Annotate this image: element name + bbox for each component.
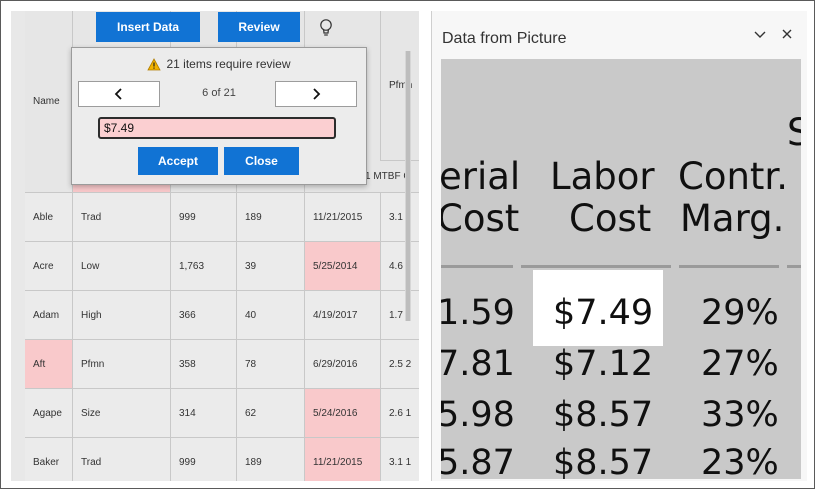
mtbf-cell[interactable]: 1.7 2 — [381, 291, 419, 340]
date-cell[interactable]: 6/29/2016 — [305, 340, 381, 389]
segment-cell[interactable]: Trad — [73, 438, 171, 481]
name-cell[interactable]: Adam — [25, 291, 73, 340]
value-cell[interactable]: 62 — [237, 389, 305, 438]
picture-rule — [787, 265, 801, 268]
warning-icon — [147, 58, 162, 71]
segment-cell[interactable]: High — [73, 291, 171, 340]
value-cell[interactable]: 189 — [237, 438, 305, 481]
picture-cell: $8.57 — [553, 395, 654, 435]
review-button[interactable]: Review — [218, 12, 300, 42]
lightbulb-icon[interactable] — [318, 18, 334, 40]
picture-header-line2: Cost — [441, 197, 520, 240]
name-column-header[interactable]: Name — [25, 11, 73, 193]
picture-cell: 33% — [701, 395, 779, 435]
picture-cell: 27% — [701, 344, 779, 384]
value-cell[interactable]: 999 — [171, 438, 237, 481]
picture-cell: 7.81 — [441, 344, 515, 384]
name-header-label: Name — [33, 96, 60, 107]
close-popup-button[interactable]: Close — [224, 147, 299, 175]
picture-header-line1: Labor — [550, 155, 655, 198]
value-cell[interactable]: 189 — [237, 193, 305, 242]
value-cell[interactable]: 1,763 — [171, 242, 237, 291]
picture-cell: 1.59 — [441, 293, 515, 333]
mtbf-cell[interactable]: 2.6 1 — [381, 389, 419, 438]
review-message-row: 21 items require review — [72, 57, 366, 71]
source-picture: erial Cost Labor Cost Contr. Marg. S 1.5… — [441, 59, 801, 479]
mtbf-cell[interactable]: 2.5 2 — [381, 340, 419, 389]
value-cell[interactable]: 314 — [171, 389, 237, 438]
picture-rule — [521, 265, 671, 268]
picture-cell: $7.12 — [553, 344, 654, 384]
picture-cell-highlighted: $7.49 — [553, 293, 654, 333]
chevron-left-icon — [114, 88, 122, 100]
picture-cell: 5.87 — [441, 443, 515, 479]
segment-cell[interactable]: Trad — [73, 193, 171, 242]
picture-corner-letter: S — [787, 111, 801, 154]
accept-button[interactable]: Accept — [138, 147, 218, 175]
mtbf-header-label: 1 MTBF C — [365, 171, 411, 182]
review-message: 21 items require review — [166, 57, 291, 71]
review-value-input[interactable] — [98, 117, 336, 139]
name-cell[interactable]: Baker — [25, 438, 73, 481]
scrollbar-thumb[interactable] — [406, 51, 410, 321]
name-cell[interactable]: Agape — [25, 389, 73, 438]
spreadsheet-panel: Name Pfmn 1 MTBF C Able Trad 999 189 11/… — [11, 11, 419, 481]
value-cell[interactable]: 999 — [171, 193, 237, 242]
flagged-date-cell[interactable]: 5/25/2014 — [305, 242, 381, 291]
date-cell[interactable]: 11/21/2015 — [305, 193, 381, 242]
picture-cell: $8.57 — [553, 443, 654, 479]
mtbf-cell[interactable]: 3.1 1 — [381, 193, 419, 242]
segment-cell[interactable]: Size — [73, 389, 171, 438]
flagged-date-cell[interactable]: 5/24/2016 — [305, 389, 381, 438]
value-cell[interactable]: 40 — [237, 291, 305, 340]
picture-header-line1: erial — [441, 155, 521, 198]
picture-cell: 29% — [701, 293, 779, 333]
pane-controls — [753, 27, 793, 41]
name-cell[interactable]: Acre — [25, 242, 73, 291]
picture-cell: 23% — [701, 443, 779, 479]
name-cell[interactable]: Able — [25, 193, 73, 242]
picture-header-line2: Cost — [569, 197, 652, 240]
picture-header-line2: Marg. — [680, 197, 785, 240]
pfmn-column-header[interactable]: Pfmn — [381, 11, 419, 161]
value-cell[interactable]: 358 — [171, 340, 237, 389]
value-cell[interactable]: 39 — [237, 242, 305, 291]
chevron-down-icon[interactable] — [753, 27, 767, 41]
value-cell[interactable]: 366 — [171, 291, 237, 340]
next-item-button[interactable] — [275, 81, 357, 107]
previous-item-button[interactable] — [78, 81, 160, 107]
flagged-date-cell[interactable]: 11/21/2015 — [305, 438, 381, 481]
value-cell[interactable]: 78 — [237, 340, 305, 389]
chevron-right-icon — [313, 88, 321, 100]
insert-data-button[interactable]: Insert Data — [96, 12, 200, 42]
mtbf-cell[interactable]: 3.1 1 — [381, 438, 419, 481]
window-frame: Name Pfmn 1 MTBF C Able Trad 999 189 11/… — [0, 0, 815, 489]
date-cell[interactable]: 4/19/2017 — [305, 291, 381, 340]
review-popup: 21 items require review 6 of 21 Accept C… — [71, 47, 367, 185]
picture-rule — [679, 265, 779, 268]
close-icon[interactable] — [781, 27, 793, 41]
picture-header-line1: Contr. — [678, 155, 789, 198]
picture-rule — [441, 265, 513, 268]
segment-cell[interactable]: Low — [73, 242, 171, 291]
picture-cell: 5.98 — [441, 395, 515, 435]
pane-title: Data from Picture — [442, 30, 567, 47]
data-from-picture-pane: Data from Picture erial Cost Labor Cost … — [431, 11, 807, 481]
segment-cell[interactable]: Pfmn — [73, 340, 171, 389]
review-counter: 6 of 21 — [202, 87, 236, 99]
mtbf-cell[interactable]: 4.6 1 — [381, 242, 419, 291]
flagged-name-cell[interactable]: Aft — [25, 340, 73, 389]
